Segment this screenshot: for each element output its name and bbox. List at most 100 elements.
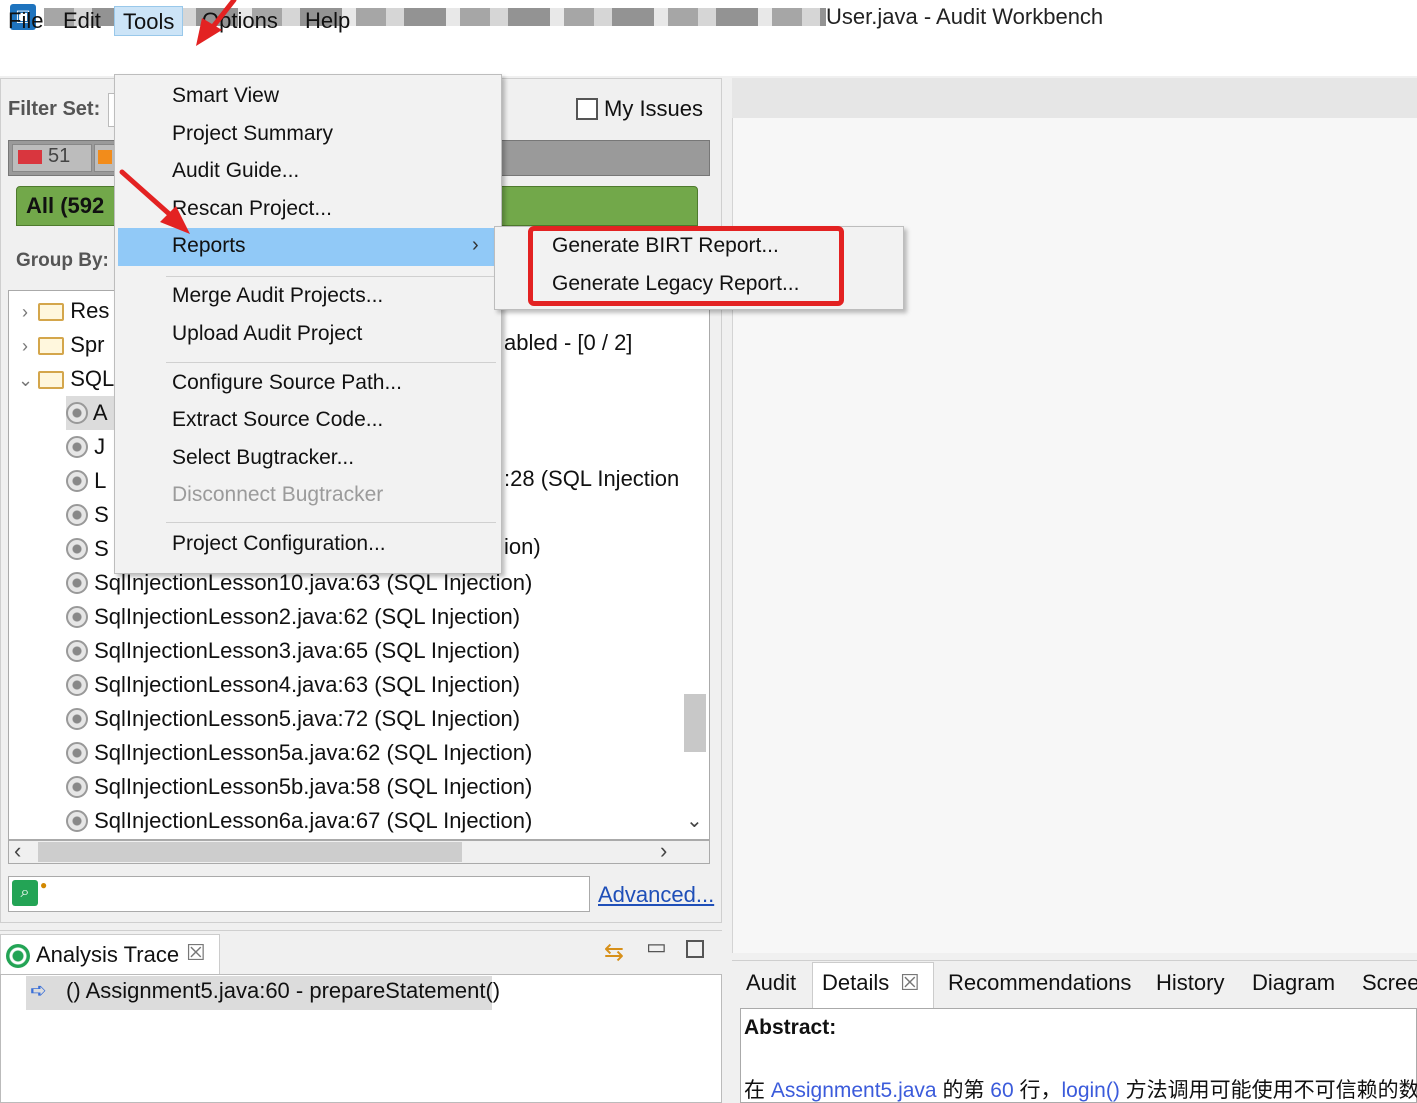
critical-count: 51 (48, 145, 71, 167)
menu-bar (0, 36, 1417, 76)
tree-row-fragment: ion) (504, 534, 541, 559)
vertical-scrollbar-thumb[interactable] (684, 694, 706, 752)
filter-set-label: Filter Set: (8, 98, 101, 120)
abstract-text: 在 Assignment5.java 的第 60 行，login() 方法调用可… (744, 1079, 1417, 1102)
audit-workbench-window: ▣ User.java - Audit Workbench File Edit … (0, 0, 1417, 1103)
abstract-label: Abstract: (744, 1016, 837, 1039)
file-link[interactable]: Assignment5.java (771, 1079, 937, 1102)
tree-issue-label: S (94, 502, 109, 527)
tree-issue-label: SqlInjectionLesson5.java:72 (SQL Injecti… (94, 706, 521, 731)
source-editor-area (732, 78, 1417, 953)
tree-issue-row[interactable]: L (66, 464, 106, 498)
menu-item-merge-audit-projects[interactable]: Merge Audit Projects... (172, 284, 383, 308)
tree-issue-label: L (94, 468, 107, 493)
tree-issue-row[interactable]: SqlInjectionLesson6a.java:67 (SQL Inject… (66, 804, 532, 838)
chevron-down-icon[interactable]: ⌄ (18, 363, 33, 397)
tree-issue-label: A (92, 400, 108, 425)
search-icon[interactable]: ⌕ (12, 880, 38, 906)
tree-issue-label: SqlInjectionLesson5a.java:62 (SQL Inject… (94, 740, 533, 765)
menu-edit[interactable]: Edit (55, 6, 109, 36)
tab-diagram[interactable]: Diagram (1252, 970, 1335, 996)
horizontal-scrollbar-thumb[interactable] (38, 842, 462, 862)
editor-tab-bar (732, 78, 1417, 118)
method-link[interactable]: login() (1061, 1079, 1119, 1102)
submenu-chevron-icon: › (472, 234, 479, 256)
critical-color-icon (18, 150, 42, 164)
tree-issue-row[interactable]: A (66, 396, 116, 430)
tree-issue-row[interactable]: SqlInjectionLesson4.java:63 (SQL Injecti… (66, 668, 520, 702)
tree-issue-row[interactable]: SqlInjectionLesson3.java:65 (SQL Injecti… (66, 634, 520, 668)
tree-issue-row[interactable]: J (66, 430, 105, 464)
issue-icon (66, 640, 88, 662)
tree-folder-row[interactable]: ⌄ SQL (18, 362, 114, 396)
tree-issue-label: SqlInjectionLesson4.java:63 (SQL Injecti… (94, 672, 521, 697)
tree-folder-row[interactable]: › Spr (18, 328, 105, 362)
menu-item-rescan-project[interactable]: Rescan Project... (172, 197, 332, 221)
scroll-down-icon[interactable]: ⌄ (686, 808, 703, 833)
method-call-icon: ➪ (30, 980, 47, 1002)
menu-tools[interactable]: Tools (114, 6, 184, 36)
issue-icon (66, 572, 88, 594)
menu-item-configure-source-path[interactable]: Configure Source Path... (172, 371, 402, 395)
menu-item-select-bugtracker[interactable]: Select Bugtracker... (172, 446, 354, 470)
scroll-left-icon[interactable]: ‹ (14, 838, 21, 864)
tab-details-label[interactable]: Details (822, 970, 889, 996)
tree-issue-label: J (94, 434, 106, 459)
issue-icon (66, 708, 88, 730)
chevron-right-icon[interactable]: › (18, 329, 32, 363)
tree-issue-row[interactable]: SqlInjectionLesson5b.java:58 (SQL Inject… (66, 770, 532, 804)
tree-issue-row[interactable]: S (66, 498, 109, 532)
scroll-right-icon[interactable]: › (660, 838, 667, 864)
minimize-icon[interactable]: ▭ (646, 934, 667, 960)
advanced-search-link[interactable]: Advanced... (598, 882, 714, 908)
tree-issue-row[interactable]: SqlInjectionLesson5.java:72 (SQL Injecti… (66, 702, 520, 736)
tab-screenshots[interactable]: Scree (1362, 970, 1417, 996)
sync-icon[interactable]: ⇆ (604, 938, 624, 967)
tree-issue-label: SqlInjectionLesson2.java:62 (SQL Injecti… (94, 604, 521, 629)
my-issues-label[interactable]: My Issues (604, 96, 703, 122)
tree-issue-row[interactable]: S (66, 532, 109, 566)
menu-item-extract-source-code[interactable]: Extract Source Code... (172, 408, 383, 432)
tree-row-fragment: abled - [0 / 2] (504, 330, 633, 355)
tree-issue-label: SqlInjectionLesson6a.java:67 (SQL Inject… (94, 808, 533, 833)
tree-folder-row[interactable]: › Res (18, 294, 109, 328)
issue-icon (66, 606, 88, 628)
tab-audit[interactable]: Audit (746, 970, 796, 996)
tree-issue-row[interactable]: SqlInjectionLesson5a.java:62 (SQL Inject… (66, 736, 532, 770)
line-link[interactable]: 60 (990, 1079, 1013, 1102)
tree-row-fragment: :28 (SQL Injection (504, 466, 680, 491)
folder-icon (38, 303, 65, 321)
menu-separator (166, 276, 496, 277)
menu-item-reports[interactable]: Reports (172, 234, 246, 258)
tree-issue-label: S (94, 536, 109, 561)
trace-row-label: () Assignment5.java:60 - prepareStatemen… (66, 978, 501, 1003)
issue-icon (66, 470, 88, 492)
window-title: User.java - Audit Workbench (826, 4, 1104, 29)
tab-history[interactable]: History (1156, 970, 1224, 996)
menu-options[interactable]: Options (194, 6, 286, 36)
menu-item-smart-view[interactable]: Smart View (172, 84, 279, 108)
menu-item-disconnect-bugtracker: Disconnect Bugtracker (172, 483, 384, 506)
menu-separator (166, 522, 496, 523)
menu-file[interactable]: File (0, 6, 51, 36)
analysis-trace-title: Analysis Trace (36, 942, 180, 967)
search-input[interactable] (8, 876, 590, 912)
menu-item-upload-audit-project[interactable]: Upload Audit Project (172, 322, 362, 346)
issue-icon (66, 436, 88, 458)
close-icon[interactable]: ☒ (186, 940, 206, 966)
chevron-right-icon[interactable]: › (18, 295, 32, 329)
menu-item-project-configuration[interactable]: Project Configuration... (172, 532, 386, 556)
close-icon[interactable]: ☒ (900, 970, 920, 996)
folder-tab-all-label: All (592 (26, 193, 105, 218)
tree-issue-row[interactable]: SqlInjectionLesson2.java:62 (SQL Injecti… (66, 600, 520, 634)
issue-icon (66, 402, 88, 424)
my-issues-checkbox[interactable] (576, 98, 598, 120)
search-hint-icon: ● (40, 878, 48, 892)
menu-item-audit-guide[interactable]: Audit Guide... (172, 159, 299, 183)
tab-recommendations[interactable]: Recommendations (948, 970, 1131, 996)
tree-folder-label: Res (70, 298, 110, 323)
menu-item-project-summary[interactable]: Project Summary (172, 122, 333, 146)
maximize-icon[interactable] (686, 940, 704, 958)
issue-icon (66, 538, 88, 560)
menu-help[interactable]: Help (297, 6, 358, 36)
